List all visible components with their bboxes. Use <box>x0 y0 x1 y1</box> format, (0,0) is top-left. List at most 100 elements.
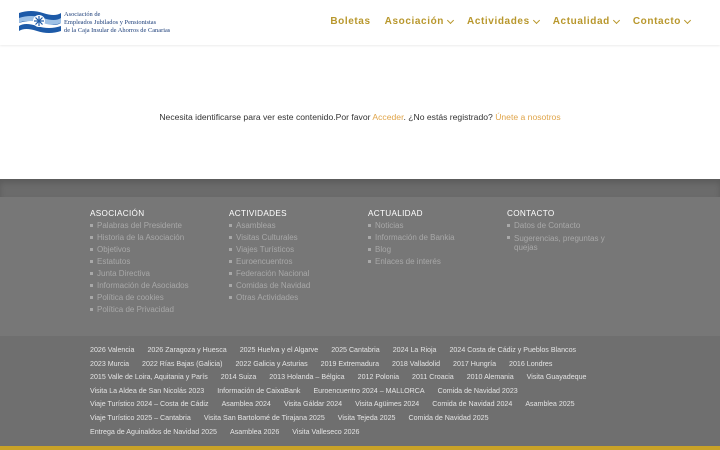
footer-link[interactable]: Objetivos <box>90 244 220 256</box>
tag-link[interactable]: 2012 Polonia <box>358 371 399 385</box>
tag-link[interactable]: Asamblea 2024 <box>222 398 271 412</box>
chevron-down-icon <box>612 16 620 24</box>
tag-link[interactable]: 2025 Huelva y el Algarve <box>240 344 318 358</box>
tag-link[interactable]: Visita San Bartolomé de Tirajana 2025 <box>204 412 325 426</box>
tag-link[interactable]: Entrega de Aguinaldos de Navidad 2025 <box>90 426 217 440</box>
tag-link[interactable]: Asamblea 2026 <box>230 426 279 440</box>
tag-link[interactable]: 2026 Valencia <box>90 344 134 358</box>
footer-link[interactable]: Datos de Contacto <box>507 220 619 232</box>
footer-link-list: Datos de Contacto Sugerencias, preguntas… <box>507 220 619 252</box>
tag-link[interactable]: Información de CaixaBank <box>217 385 300 399</box>
logo-line-1: Asociación de <box>64 11 101 18</box>
footer-column-title: ASOCIACIÓN <box>90 209 145 218</box>
footer-column-actividades: ACTIVIDADES Asambleas Visitas Culturales… <box>229 209 359 304</box>
chevron-down-icon <box>532 16 540 24</box>
main-nav: Boletas Asociación Actividades Actualida… <box>330 16 692 27</box>
footer-link[interactable]: Noticias <box>368 220 498 232</box>
tag-link[interactable]: Viaje Turístico 2025 – Cantabria <box>90 412 191 426</box>
tag-link[interactable]: 2019 Extremadura <box>321 358 379 372</box>
chevron-down-icon <box>683 16 692 24</box>
footer-link-list: Asambleas Visitas Culturales Viajes Turí… <box>229 220 359 304</box>
footer-link[interactable]: Historia de la Asociación <box>90 232 220 244</box>
tag-link[interactable]: Asamblea 2025 <box>525 398 574 412</box>
footer-link[interactable]: Blog <box>368 244 498 256</box>
logo-line-3: de la Caja Insular de Ahorros de Canaria… <box>64 27 171 34</box>
footer-link[interactable]: Información de Bankia <box>368 232 498 244</box>
footer-column-actualidad: ACTUALIDAD Noticias Información de Banki… <box>368 209 498 268</box>
tag-link[interactable]: Visita Guayadeque <box>527 371 587 385</box>
footer-link[interactable]: Otras Actividades <box>229 292 359 304</box>
tag-link[interactable]: 2026 Zaragoza y Huesca <box>147 344 226 358</box>
footer-bottom-accent-line <box>0 446 720 450</box>
tag-link[interactable]: Viaje Turístico 2024 – Costa de Cádiz <box>90 398 209 412</box>
tag-link[interactable]: Visita Agüimes 2024 <box>355 398 419 412</box>
tag-link[interactable]: 2011 Croacia <box>412 371 454 385</box>
nav-item-boletas[interactable]: Boletas <box>330 16 370 27</box>
site-header: Asociación de Empleados Jubilados y Pens… <box>0 0 720 45</box>
footer-link[interactable]: Información de Asociados <box>90 280 220 292</box>
footer-link[interactable]: Sugerencias, preguntas y quejas <box>507 232 619 252</box>
footer-column-title: ACTUALIDAD <box>368 209 423 218</box>
tag-cloud: 2026 Valencia 2026 Zaragoza y Huesca 2025 … <box>90 344 620 439</box>
tag-link[interactable]: Euroencuentro 2024 – MALLORCA <box>313 385 424 399</box>
footer-link-list: Palabras del Presidente Historia de la A… <box>90 220 220 316</box>
login-required-message: Necesita identificarse para ver este con… <box>0 112 720 122</box>
tag-link[interactable]: Comida de Navidad 2025 <box>408 412 488 426</box>
tag-link[interactable]: 2025 Cantabria <box>331 344 380 358</box>
canary-flag-logo-icon <box>19 11 61 33</box>
logo-line-2: Empleados Jubilados y Pensionistas <box>64 19 157 26</box>
footer-column-asociacion: ASOCIACIÓN Palabras del Presidente Histo… <box>90 209 220 316</box>
tag-link[interactable]: Visita La Aldea de San Nicolás 2023 <box>90 385 204 399</box>
site-logo[interactable]: Asociación de Empleados Jubilados y Pens… <box>17 9 187 37</box>
tag-link[interactable]: Comida de Navidad 2023 <box>438 385 518 399</box>
tag-link[interactable]: 2022 Rías Bajas (Galicia) <box>142 358 222 372</box>
tag-link[interactable]: Visita Gáldar 2024 <box>284 398 342 412</box>
tag-link[interactable]: 2016 Londres <box>509 358 552 372</box>
footer-link[interactable]: Viajes Turísticos <box>229 244 359 256</box>
tag-link[interactable]: 2024 La Rioja <box>393 344 437 358</box>
tag-link[interactable]: Comida de Navidad 2024 <box>432 398 512 412</box>
footer-link[interactable]: Comidas de Navidad <box>229 280 359 292</box>
nav-item-contacto[interactable]: Contacto <box>632 16 692 27</box>
tag-link[interactable]: 2022 Galicia y Asturias <box>235 358 307 372</box>
nav-label: Actividades <box>467 16 530 27</box>
footer-link-list: Noticias Información de Bankia Blog Enla… <box>368 220 498 268</box>
footer-column-contacto: CONTACTO Datos de Contacto Sugerencias, … <box>507 209 619 252</box>
footer-link[interactable]: Política de cookies <box>90 292 220 304</box>
tag-link[interactable]: 2017 Hungría <box>453 358 496 372</box>
tag-link[interactable]: 2015 Valle de Loira, Aquitania y París <box>90 371 208 385</box>
footer-link[interactable]: Estatutos <box>90 256 220 268</box>
nav-item-actualidad[interactable]: Actualidad <box>553 16 620 27</box>
footer-link[interactable]: Euroencuentros <box>229 256 359 268</box>
site-footer: ASOCIACIÓN Palabras del Presidente Histo… <box>0 179 720 450</box>
nav-item-actividades[interactable]: Actividades <box>467 16 540 27</box>
footer-link[interactable]: Palabras del Presidente <box>90 220 220 232</box>
message-middle: . ¿No estás registrado? <box>403 112 496 122</box>
footer-link[interactable]: Junta Directiva <box>90 268 220 280</box>
footer-tag-cloud-area: 2026 Valencia 2026 Zaragoza y Huesca 2025 … <box>0 336 720 450</box>
nav-label: Asociación <box>384 16 444 27</box>
tag-link[interactable]: Visita Tejeda 2025 <box>338 412 396 426</box>
footer-link[interactable]: Política de Privacidad <box>90 304 220 316</box>
footer-column-title: CONTACTO <box>507 209 555 218</box>
nav-label: Contacto <box>632 16 681 27</box>
footer-link[interactable]: Visitas Culturales <box>229 232 359 244</box>
footer-link[interactable]: Federación Nacional <box>229 268 359 280</box>
tag-link[interactable]: 2010 Alemania <box>467 371 514 385</box>
message-prefix: Necesita identificarse para ver este con… <box>159 112 373 122</box>
tag-link[interactable]: 2014 Suiza <box>221 371 257 385</box>
tag-link[interactable]: 2018 Valladolid <box>392 358 440 372</box>
tag-link[interactable]: Visita Valleseco 2026 <box>292 426 359 440</box>
footer-link[interactable]: Asambleas <box>229 220 359 232</box>
footer-link[interactable]: Enlaces de interés <box>368 256 498 268</box>
tag-link[interactable]: 2024 Costa de Cádiz y Pueblos Blancos <box>449 344 576 358</box>
chevron-down-icon <box>446 16 455 24</box>
nav-label: Boletas <box>330 16 371 27</box>
nav-item-asociacion[interactable]: Asociación <box>384 16 455 27</box>
tag-link[interactable]: 2023 Murcia <box>90 358 129 372</box>
tag-link[interactable]: 2013 Holanda – Bélgica <box>269 371 344 385</box>
footer-top-band <box>0 179 720 197</box>
login-link[interactable]: Acceder <box>372 112 403 122</box>
register-link[interactable]: Únete a nosotros <box>495 112 560 122</box>
footer-column-title: ACTIVIDADES <box>229 209 287 218</box>
